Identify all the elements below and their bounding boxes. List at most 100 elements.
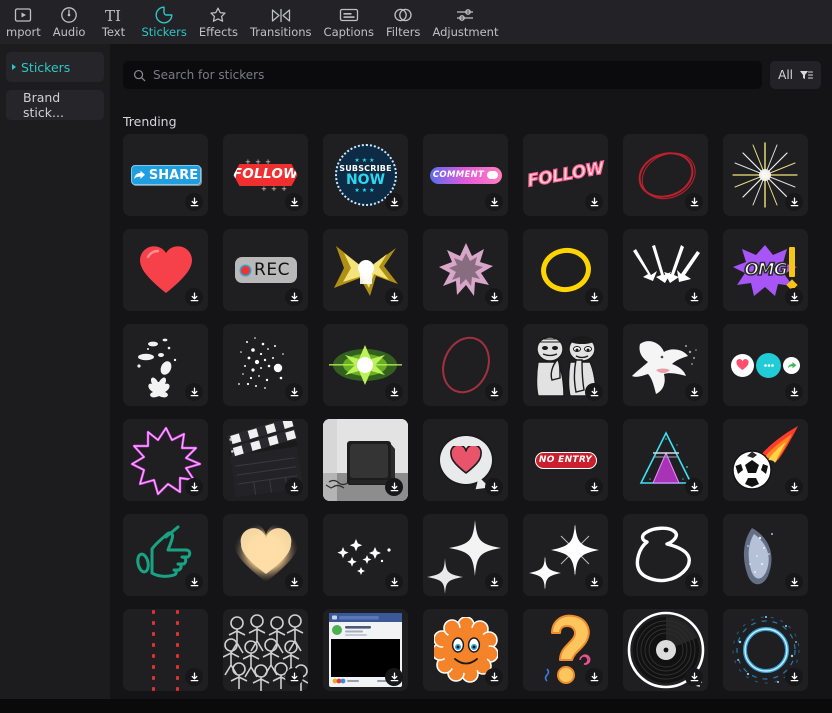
sticker-tile-pink-blob[interactable] <box>423 229 508 311</box>
follow-outline-label: FOLLOW <box>525 158 606 192</box>
sticker-tile-double-star[interactable] <box>523 514 608 596</box>
download-icon[interactable] <box>685 288 703 306</box>
sticker-tile-white-particles[interactable] <box>123 324 208 406</box>
sticker-tile-big-star[interactable] <box>423 514 508 596</box>
download-icon[interactable] <box>685 193 703 211</box>
download-icon[interactable] <box>185 573 203 591</box>
download-icon[interactable] <box>585 573 603 591</box>
sticker-tile-neon-ring[interactable] <box>723 609 808 691</box>
download-icon[interactable] <box>185 193 203 211</box>
download-icon[interactable] <box>485 193 503 211</box>
download-icon[interactable] <box>785 193 803 211</box>
download-icon[interactable] <box>285 478 303 496</box>
sticker-tile-red-circle-a[interactable] <box>623 134 708 216</box>
sticker-tile-glow-heart[interactable] <box>223 514 308 596</box>
download-icon[interactable] <box>185 288 203 306</box>
toolbar-tab-stickers[interactable]: Stickers <box>135 0 192 44</box>
download-icon[interactable] <box>785 383 803 401</box>
download-icon[interactable] <box>585 288 603 306</box>
sticker-tile-pyramid[interactable] <box>623 419 708 501</box>
sticker-tile-yellow-circle[interactable] <box>523 229 608 311</box>
toolbar-tab-audio[interactable]: Audio <box>47 0 92 44</box>
sticker-tile-question-mark[interactable] <box>523 609 608 691</box>
sticker-tile-crowd[interactable] <box>223 609 308 691</box>
sticker-tile-vinyl[interactable] <box>623 609 708 691</box>
search-box[interactable] <box>123 61 763 89</box>
download-icon[interactable] <box>285 573 303 591</box>
sticker-tile-no-entry[interactable]: NO ENTRY <box>523 419 608 501</box>
sticker-tile-white-arrows[interactable] <box>623 229 708 311</box>
toolbar-tab-captions[interactable]: Captions <box>318 0 380 44</box>
sticker-tile-firework[interactable] <box>723 134 808 216</box>
sticker-tile-comment[interactable]: COMMENT <box>423 134 508 216</box>
download-icon[interactable] <box>185 383 203 401</box>
sticker-tile-small-stars[interactable] <box>323 514 408 596</box>
download-icon[interactable] <box>485 478 503 496</box>
toolbar-tab-text[interactable]: TI Text <box>91 0 135 44</box>
sticker-tile-facebook-post[interactable] <box>323 609 408 691</box>
sticker-tile-rec[interactable]: REC <box>223 229 308 311</box>
download-icon[interactable] <box>385 383 403 401</box>
sticker-tile-follow-red[interactable]: + + + FOLLOW + + + <box>223 134 308 216</box>
sticker-tile-clapperboard[interactable] <box>223 419 308 501</box>
sticker-tile-omg[interactable]: OMG <box>723 229 808 311</box>
download-icon[interactable] <box>285 668 303 686</box>
sticker-tile-glitter[interactable] <box>223 324 308 406</box>
sticker-tile-follow-outline[interactable]: FOLLOW <box>523 134 608 216</box>
toolbar-tab-transitions[interactable]: Transitions <box>244 0 318 44</box>
download-icon[interactable] <box>285 193 303 211</box>
download-icon[interactable] <box>785 573 803 591</box>
sticker-tile-dotted-lines[interactable] <box>123 609 208 691</box>
download-icon[interactable] <box>485 573 503 591</box>
filter-button[interactable]: All <box>770 61 821 89</box>
download-icon[interactable] <box>185 478 203 496</box>
toolbar-tab-effects[interactable]: Effects <box>193 0 244 44</box>
sticker-tile-thumbs-up[interactable] <box>123 514 208 596</box>
download-icon[interactable] <box>485 668 503 686</box>
sticker-tile-red-heart[interactable] <box>123 229 208 311</box>
sticker-tile-gold-flash[interactable] <box>323 229 408 311</box>
toolbar-tab-import[interactable]: mport <box>0 0 47 44</box>
download-icon[interactable] <box>585 478 603 496</box>
search-input[interactable] <box>153 68 753 82</box>
sticker-tile-dove[interactable] <box>623 324 708 406</box>
download-icon[interactable] <box>385 668 403 686</box>
download-icon[interactable] <box>785 288 803 306</box>
sticker-tile-neon-star[interactable] <box>123 419 208 501</box>
download-icon[interactable] <box>685 383 703 401</box>
sticker-tile-heart-bubble[interactable] <box>423 419 508 501</box>
sticker-tile-blue-swoosh[interactable] <box>723 514 808 596</box>
sticker-tile-memes[interactable] <box>523 324 608 406</box>
download-icon[interactable] <box>585 668 603 686</box>
download-icon[interactable] <box>285 288 303 306</box>
download-icon[interactable] <box>585 193 603 211</box>
sidebar-item-brand-stickers[interactable]: Brand stick... <box>6 90 104 120</box>
sticker-tile-crt-tv[interactable] <box>323 419 408 501</box>
sticker-tile-outline-arrow[interactable] <box>623 514 708 596</box>
sticker-tile-social-icons[interactable] <box>723 324 808 406</box>
sticker-tile-fireball[interactable] <box>723 419 808 501</box>
download-icon[interactable] <box>385 288 403 306</box>
search-icon <box>133 69 146 82</box>
download-icon[interactable] <box>685 573 703 591</box>
download-icon[interactable] <box>685 478 703 496</box>
download-icon[interactable] <box>185 668 203 686</box>
sticker-tile-flower-smiley[interactable] <box>423 609 508 691</box>
sidebar-item-stickers[interactable]: Stickers <box>6 52 104 82</box>
toolbar-tab-filters[interactable]: Filters <box>380 0 426 44</box>
download-icon[interactable] <box>385 478 403 496</box>
download-icon[interactable] <box>585 383 603 401</box>
download-icon[interactable] <box>285 383 303 401</box>
sticker-tile-green-flash[interactable] <box>323 324 408 406</box>
download-icon[interactable] <box>385 193 403 211</box>
download-icon[interactable] <box>485 383 503 401</box>
toolbar-tab-adjustment[interactable]: Adjustment <box>426 0 504 44</box>
download-icon[interactable] <box>785 478 803 496</box>
sticker-tile-red-circle-b[interactable] <box>423 324 508 406</box>
download-icon[interactable] <box>685 668 703 686</box>
sticker-tile-subscribe-now[interactable]: ★★★ SUBSCRIBE NOW ★★★ <box>323 134 408 216</box>
download-icon[interactable] <box>385 573 403 591</box>
download-icon[interactable] <box>485 288 503 306</box>
sticker-tile-share[interactable]: SHARE <box>123 134 208 216</box>
download-icon[interactable] <box>785 668 803 686</box>
